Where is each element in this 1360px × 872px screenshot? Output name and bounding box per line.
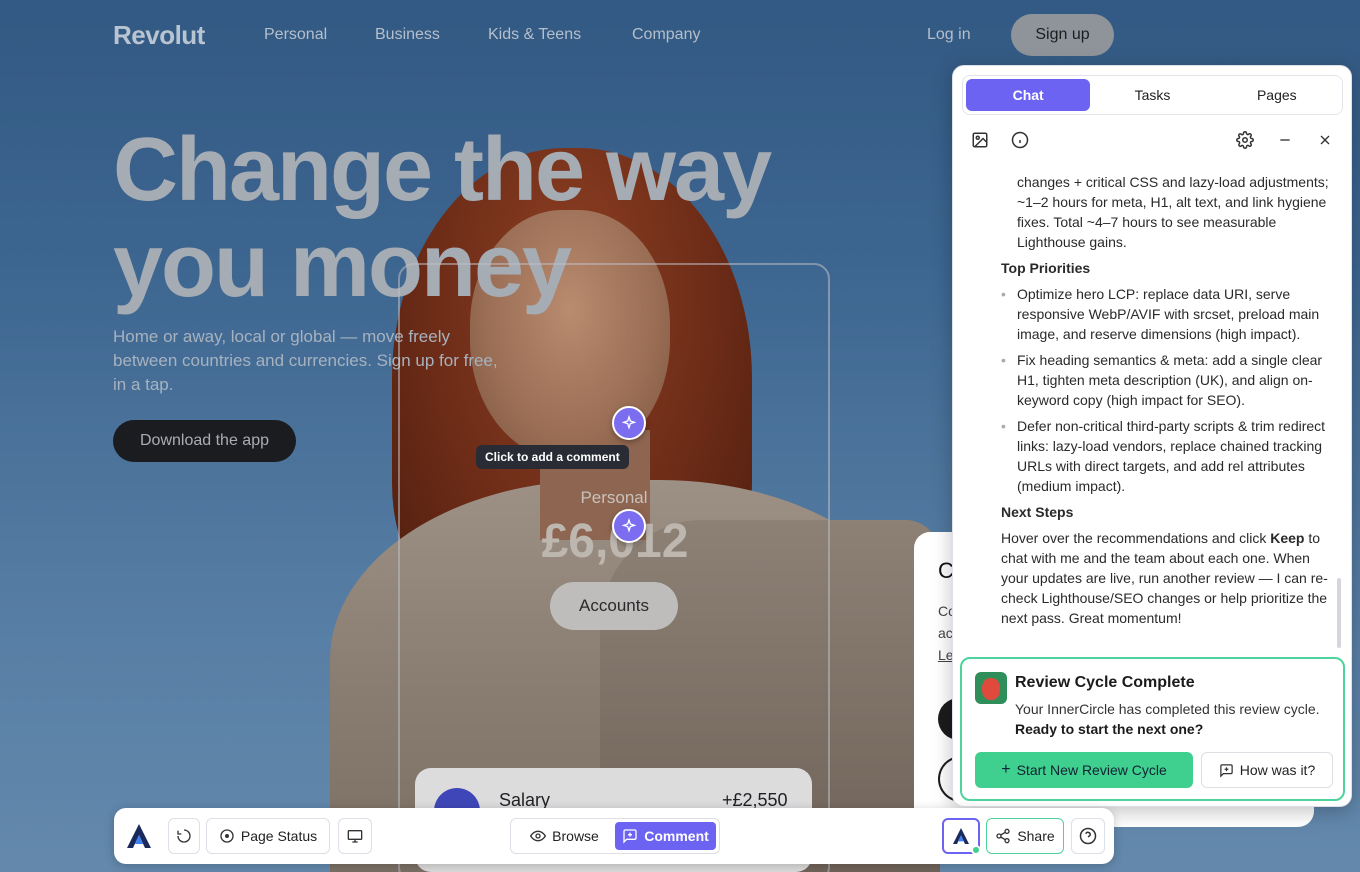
page-status-label: Page Status — [240, 828, 318, 844]
close-icon[interactable] — [1313, 128, 1337, 152]
review-text: Your InnerCircle has completed this revi… — [1015, 699, 1335, 739]
refresh-icon — [177, 829, 191, 843]
review-toolbar: Page Status Browse Comment Share — [114, 808, 1114, 864]
app-logo-icon — [953, 828, 969, 844]
accounts-button[interactable]: Accounts — [550, 582, 678, 630]
browse-mode-button[interactable]: Browse — [514, 822, 615, 850]
online-status-dot — [971, 845, 981, 855]
priorities-list: Optimize hero LCP: replace data URI, ser… — [1001, 284, 1331, 496]
chat-scrollbar[interactable] — [1337, 578, 1341, 648]
eye-icon — [530, 830, 547, 842]
image-icon[interactable] — [968, 128, 992, 152]
info-icon[interactable] — [1008, 128, 1032, 152]
start-review-cycle-label: Start New Review Cycle — [1016, 762, 1167, 778]
account-label: Personal — [580, 488, 648, 507]
comment-label: Comment — [644, 828, 709, 844]
nav-link-personal[interactable]: Personal — [264, 26, 327, 44]
comment-plus-icon — [623, 829, 637, 844]
assistant-button[interactable] — [942, 818, 981, 855]
list-item: Optimize hero LCP: replace data URI, ser… — [1001, 284, 1331, 344]
revolut-logo[interactable]: Revolut — [113, 20, 205, 51]
login-link[interactable]: Log in — [927, 26, 971, 44]
review-side-panel: Chat Tasks Pages changes + critical CSS … — [952, 65, 1352, 807]
help-icon — [1079, 827, 1097, 845]
desktop-view-button[interactable] — [338, 818, 372, 854]
download-app-button[interactable]: Download the app — [113, 420, 296, 462]
help-button[interactable] — [1071, 818, 1105, 854]
review-text-line: Your InnerCircle has completed this revi… — [1015, 701, 1320, 717]
next-steps-text: Hover over the recommendations and click… — [1001, 528, 1331, 628]
review-text-prompt: Ready to start the next one? — [1015, 721, 1204, 737]
browse-label: Browse — [552, 828, 599, 844]
feedback-label: How was it? — [1239, 762, 1316, 778]
share-button[interactable]: Share — [986, 818, 1064, 854]
nav-link-business[interactable]: Business — [375, 26, 440, 44]
nav-link-company[interactable]: Company — [632, 26, 700, 44]
tab-chat[interactable]: Chat — [966, 79, 1091, 111]
gear-icon[interactable] — [1233, 128, 1257, 152]
comment-tooltip: Click to add a comment — [476, 445, 629, 469]
innercircle-avatar — [975, 672, 1007, 704]
minimize-icon[interactable] — [1273, 128, 1297, 152]
comment-marker[interactable] — [612, 509, 646, 543]
start-review-cycle-button[interactable]: + Start New Review Cycle — [975, 752, 1193, 788]
feedback-button[interactable]: How was it? — [1201, 752, 1333, 788]
next-steps-text-start: Hover over the recommendations and click — [1001, 530, 1271, 546]
panel-tabs: Chat Tasks Pages — [962, 75, 1343, 115]
tab-tasks[interactable]: Tasks — [1090, 79, 1214, 111]
review-complete-card: Review Cycle Complete Your InnerCircle h… — [960, 657, 1345, 801]
tab-pages[interactable]: Pages — [1215, 79, 1339, 111]
sparkle-icon — [621, 415, 637, 430]
chat-message: changes + critical CSS and lazy-load adj… — [1001, 172, 1331, 628]
keep-keyword: Keep — [1270, 530, 1305, 546]
share-icon — [996, 828, 1010, 844]
comment-marker[interactable] — [612, 406, 646, 440]
monitor-icon — [347, 830, 363, 843]
plus-icon: + — [1001, 761, 1011, 778]
nav-link-kids-teens[interactable]: Kids & Teens — [488, 26, 581, 44]
target-icon — [220, 829, 234, 843]
sparkle-icon — [621, 518, 637, 533]
refresh-button[interactable] — [168, 818, 200, 854]
signup-button[interactable]: Sign up — [1011, 14, 1114, 56]
site-header: Revolut Personal Business Kids & Teens C… — [0, 0, 1360, 70]
page-status-button[interactable]: Page Status — [206, 818, 330, 854]
chat-paragraph: changes + critical CSS and lazy-load adj… — [1017, 174, 1329, 250]
share-label: Share — [1017, 828, 1055, 844]
app-logo-icon[interactable] — [124, 821, 154, 856]
list-item: Fix heading semantics & meta: add a sing… — [1001, 350, 1331, 410]
message-plus-icon — [1220, 763, 1233, 778]
mode-switch: Browse Comment — [510, 818, 720, 854]
comment-mode-button[interactable]: Comment — [615, 822, 716, 850]
review-title: Review Cycle Complete — [1015, 674, 1195, 691]
list-item: Defer non-critical third-party scripts &… — [1001, 416, 1331, 496]
top-priorities-heading: Top Priorities — [1001, 260, 1091, 276]
next-steps-heading: Next Steps — [1001, 504, 1074, 520]
